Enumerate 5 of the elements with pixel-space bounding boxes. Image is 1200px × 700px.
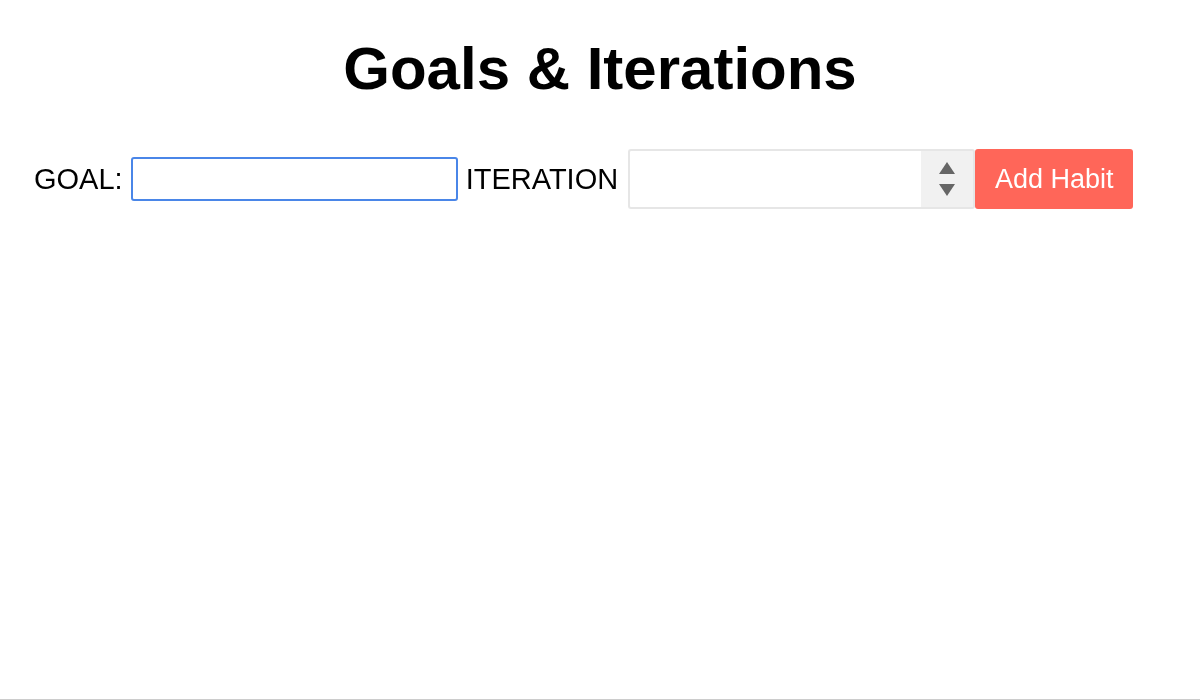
page-title: Goals & Iterations bbox=[342, 34, 858, 104]
add-habit-button[interactable]: Add Habit bbox=[975, 149, 1134, 209]
iteration-label: ITERATION bbox=[465, 162, 619, 196]
goal-input-field[interactable] bbox=[130, 157, 458, 201]
goal-label: GOAL: bbox=[34, 162, 123, 196]
